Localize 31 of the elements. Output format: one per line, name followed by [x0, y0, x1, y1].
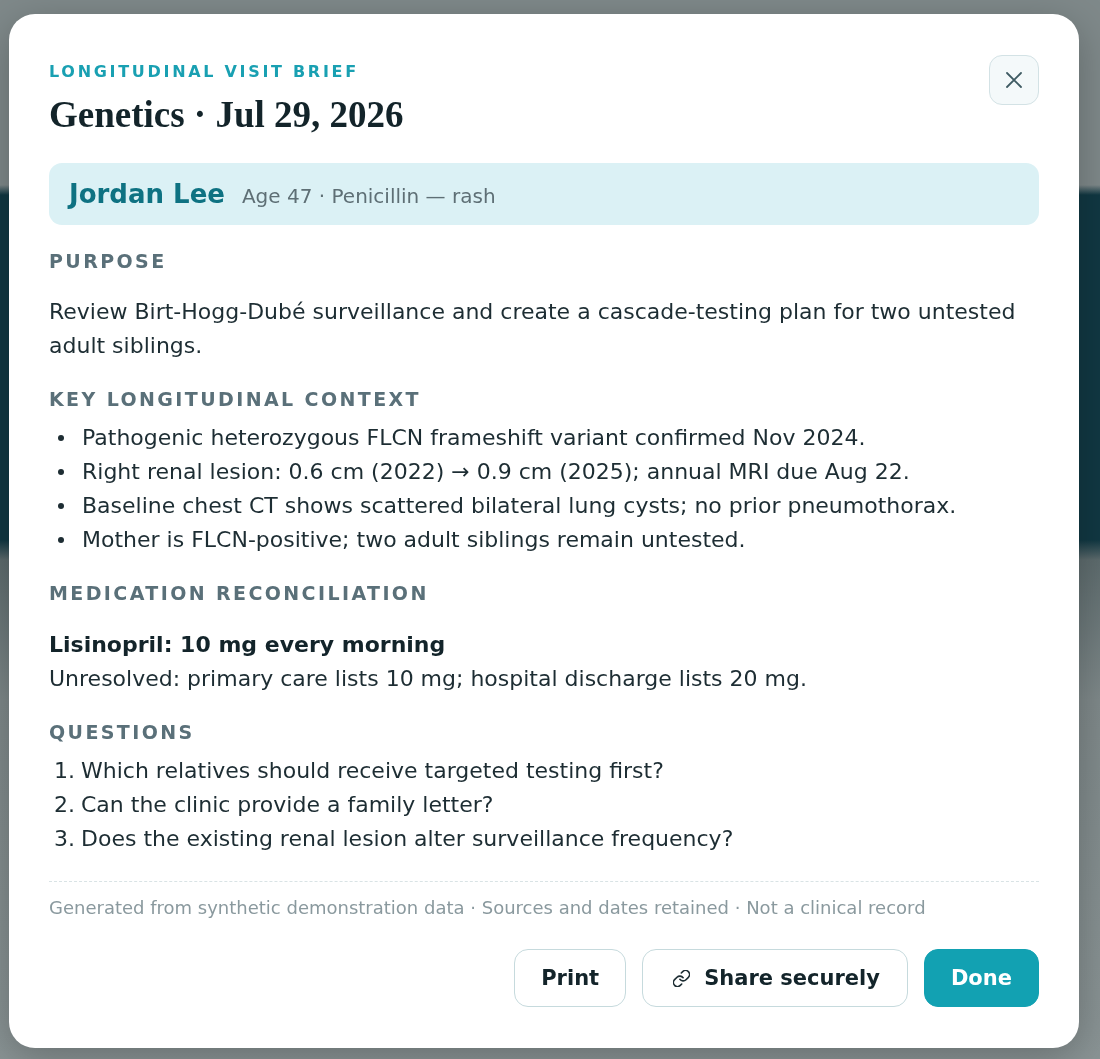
paragraph-text: Review Birt-Hogg-Dubé surveillance and create a cascade-testing plan for two untested adult siblings. [49, 298, 1017, 360]
footer-note: Generated from synthetic demonstration data · Sources and dates retained · Not a clinical record [49, 897, 927, 919]
section-heading: QUESTIONS [49, 720, 196, 744]
medication-dose: Lisinopril: 10 mg every morning [49, 631, 447, 659]
list-item-text: Baseline chest CT shows scattered bilateral lung cysts; no prior pneumothorax. [82, 492, 957, 520]
bullet-icon [58, 503, 64, 509]
list-item-text: Right renal lesion: 0.6 cm (2022) → 0.9 cm (2025); annual MRI due Aug 22. [82, 458, 910, 486]
dialog-title: Genetics · Jul 29, 2026 [49, 95, 404, 135]
eyebrow-label: LONGITUDINAL VISIT BRIEF [49, 63, 360, 81]
list-item-text: Mother is FLCN-positive; two adult siblings remain untested. [82, 526, 746, 554]
section-heading: MEDICATION RECONCILIATION [49, 581, 430, 605]
patient-details: Age 47 · Penicillin — rash [241, 184, 496, 208]
list-number: 3. [54, 825, 75, 853]
list-item-text: Pathogenic heterozygous FLCN frameshift variant confirmed Nov 2024. [82, 424, 866, 452]
question-text: Does the existing renal lesion alter surveillance frequency? [81, 825, 734, 853]
section-heading: PURPOSE [49, 249, 168, 273]
link-icon [673, 969, 691, 987]
share-button[interactable]: Share securely [642, 949, 908, 1007]
list-number: 2. [54, 791, 75, 819]
medication-note: Unresolved: primary care lists 10 mg; hospital discharge lists 20 mg. [49, 665, 808, 693]
bullet-icon [58, 469, 64, 475]
question-text: Can the clinic provide a family letter? [81, 791, 494, 819]
patient-name: Jordan Lee [69, 178, 225, 210]
close-button[interactable] [989, 55, 1039, 105]
section-heading: KEY LONGITUDINAL CONTEXT [49, 387, 422, 411]
bullet-icon [58, 435, 64, 441]
print-button[interactable]: Print [514, 949, 627, 1007]
close-icon [1006, 72, 1022, 88]
question-text: Which relatives should receive targeted testing first? [81, 757, 664, 785]
bullet-icon [58, 537, 64, 543]
list-number: 1. [54, 757, 75, 785]
